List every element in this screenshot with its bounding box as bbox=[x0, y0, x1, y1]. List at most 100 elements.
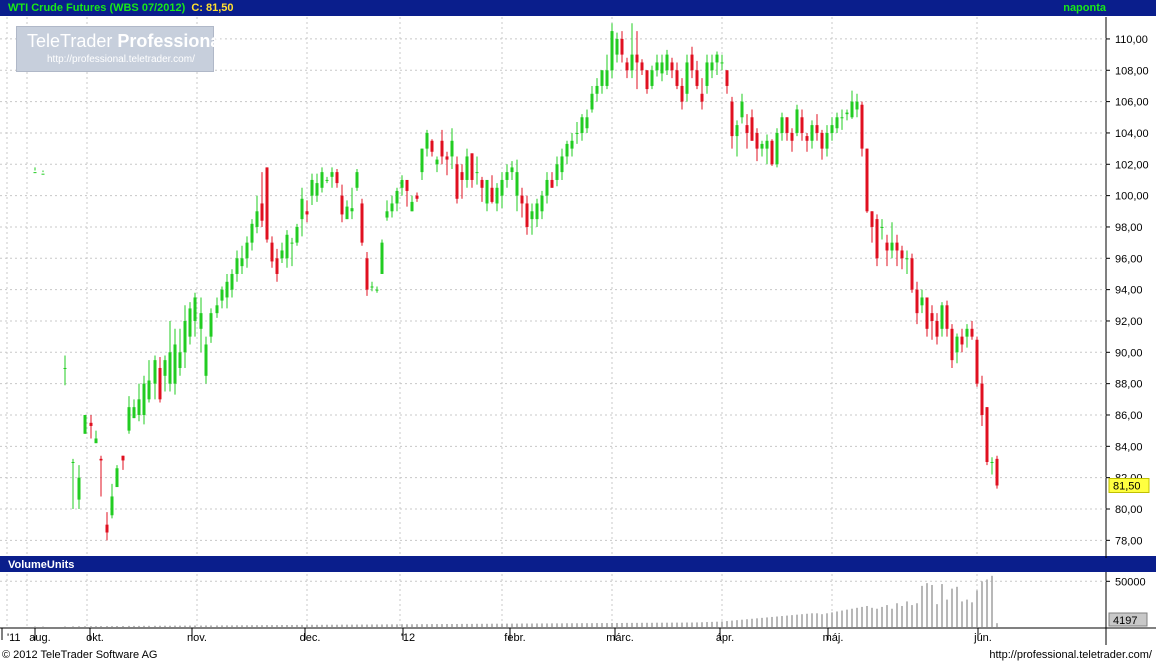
candle-body bbox=[215, 305, 219, 314]
candle-body bbox=[425, 132, 429, 149]
footer: © 2012 TeleTrader Software AG http://pro… bbox=[0, 647, 1156, 664]
candle-body bbox=[830, 125, 834, 133]
candle-body bbox=[240, 258, 244, 267]
candle-body bbox=[535, 203, 539, 220]
candle-body bbox=[985, 407, 989, 462]
candle-body bbox=[865, 148, 869, 212]
chart-grid bbox=[0, 17, 1156, 645]
candle-body bbox=[400, 179, 404, 188]
price-tick-label: 78,00 bbox=[1115, 535, 1143, 547]
candle-body bbox=[920, 297, 924, 306]
candle bbox=[865, 148, 869, 213]
candle-body bbox=[825, 132, 829, 149]
candle-body bbox=[870, 211, 874, 227]
candle-body bbox=[875, 219, 879, 259]
candle-body bbox=[420, 148, 424, 173]
candle-body bbox=[860, 104, 864, 149]
candle-body bbox=[110, 496, 114, 516]
candle-body bbox=[370, 286, 374, 288]
price-tick-label: 110,00 bbox=[1115, 34, 1148, 46]
candle-body bbox=[450, 140, 454, 157]
candle-body bbox=[585, 117, 589, 129]
candle-body bbox=[225, 281, 229, 298]
candle-body bbox=[335, 172, 339, 184]
candle-body bbox=[375, 289, 379, 291]
time-tick-label: aug. bbox=[29, 632, 50, 644]
candle-body bbox=[630, 54, 634, 71]
candle-body bbox=[615, 38, 619, 55]
candle-body bbox=[158, 367, 162, 400]
logo-url: http://professional.teletrader.com/ bbox=[47, 54, 195, 65]
price-tick-label: 80,00 bbox=[1115, 504, 1143, 516]
price-tick-label: 92,00 bbox=[1115, 316, 1143, 328]
candle-body bbox=[565, 143, 569, 157]
candle-body bbox=[510, 167, 514, 173]
candle-body bbox=[855, 101, 859, 110]
candle-body bbox=[590, 93, 594, 110]
candle-body bbox=[675, 70, 679, 86]
time-tick-label: máj. bbox=[823, 632, 844, 644]
candle-body bbox=[730, 101, 734, 137]
candle-body bbox=[440, 140, 444, 157]
candle bbox=[380, 239, 384, 274]
candle-body bbox=[183, 320, 187, 353]
candle-body bbox=[530, 211, 534, 220]
candle-body bbox=[168, 352, 172, 384]
candle-body bbox=[895, 242, 899, 251]
candle-body bbox=[945, 305, 949, 329]
candle-body bbox=[345, 206, 349, 220]
candle-body bbox=[94, 438, 98, 444]
candle bbox=[995, 455, 999, 489]
candle-body bbox=[475, 172, 479, 174]
candle-body bbox=[560, 156, 564, 173]
price-tick-label: 102,00 bbox=[1115, 159, 1149, 171]
candle-body bbox=[255, 211, 259, 227]
candle-body bbox=[178, 352, 182, 368]
price-tick-label: 96,00 bbox=[1115, 253, 1143, 265]
candle-body bbox=[285, 234, 289, 259]
volume-bars bbox=[34, 575, 998, 627]
time-tick-label: '11 bbox=[7, 632, 21, 644]
footer-url[interactable]: http://professional.teletrader.com/ bbox=[989, 647, 1152, 664]
candle-body bbox=[405, 179, 409, 191]
candle-body bbox=[340, 195, 344, 215]
candle-body bbox=[935, 320, 939, 337]
candle-body bbox=[980, 383, 984, 415]
volume-tick-label: 50000 bbox=[1115, 576, 1146, 588]
candle-body bbox=[970, 328, 974, 337]
candle-body bbox=[755, 132, 759, 149]
time-tick-label: '12 bbox=[401, 632, 415, 644]
price-tick-label: 90,00 bbox=[1115, 347, 1143, 359]
candle-body bbox=[905, 258, 909, 260]
candle-body bbox=[715, 54, 719, 63]
candle-body bbox=[305, 211, 309, 215]
candle-body bbox=[220, 289, 224, 301]
price-tick-label: 98,00 bbox=[1115, 222, 1143, 234]
candle-body bbox=[137, 399, 141, 415]
time-tick-label: ápr. bbox=[716, 632, 734, 644]
candle-body bbox=[460, 172, 464, 180]
candle-body bbox=[495, 187, 499, 204]
candle-body bbox=[700, 93, 704, 102]
price-axis: 78,0080,0082,0084,0086,0088,0090,0092,00… bbox=[1106, 34, 1150, 547]
candle-body bbox=[710, 62, 714, 71]
price-tick-label: 94,00 bbox=[1115, 285, 1143, 297]
candle-body bbox=[505, 172, 509, 180]
candle-body bbox=[930, 313, 934, 321]
candle-body bbox=[265, 167, 269, 240]
candle-body bbox=[795, 109, 799, 133]
candle-body bbox=[765, 140, 769, 149]
candle-body bbox=[435, 159, 439, 165]
candle bbox=[975, 336, 979, 387]
candle-body bbox=[275, 258, 279, 274]
candle-body bbox=[355, 172, 359, 188]
candle-body bbox=[880, 226, 884, 228]
candle-body bbox=[360, 203, 364, 243]
candle-body bbox=[605, 70, 609, 86]
candle bbox=[775, 128, 779, 168]
candle-body bbox=[83, 414, 87, 434]
candle-body bbox=[193, 297, 197, 321]
candle-body bbox=[520, 195, 524, 204]
candle-body bbox=[485, 179, 489, 204]
candle-body bbox=[655, 62, 659, 71]
